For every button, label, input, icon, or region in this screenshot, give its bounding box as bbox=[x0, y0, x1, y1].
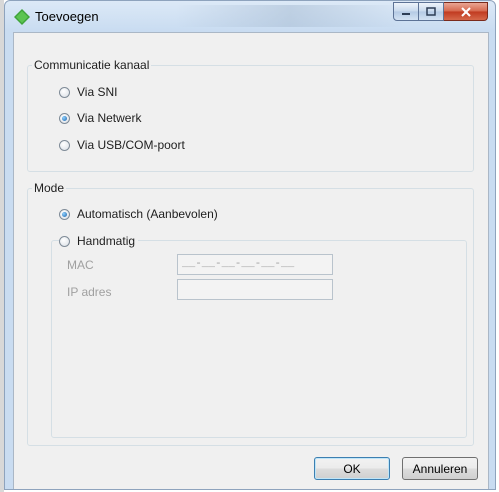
ip-address-input[interactable] bbox=[177, 279, 333, 300]
caption-buttons bbox=[393, 2, 488, 22]
radio-automatisch-circle[interactable] bbox=[59, 208, 70, 220]
ip-address-label: IP adres bbox=[67, 285, 112, 299]
mode-group-title: Mode bbox=[32, 181, 67, 195]
radio-via-usb-com[interactable]: Via USB/COM-poort bbox=[59, 138, 185, 152]
maximize-button[interactable] bbox=[419, 2, 444, 21]
minimize-icon bbox=[402, 12, 410, 15]
title-bar-background bbox=[175, 5, 405, 27]
radio-via-sni[interactable]: Via SNI bbox=[59, 85, 117, 99]
app-diamond-icon bbox=[14, 9, 30, 25]
dialog-client-area: Communicatie kanaal Via SNI Via Netwerk … bbox=[13, 32, 489, 489]
radio-handmatig-label: Handmatig bbox=[77, 234, 136, 248]
radio-via-netwerk-label: Via Netwerk bbox=[77, 111, 142, 125]
window-title: Toevoegen bbox=[35, 9, 99, 24]
radio-via-usb-com-label: Via USB/COM-poort bbox=[77, 138, 185, 152]
radio-handmatig-circle[interactable] bbox=[59, 235, 70, 247]
mac-label: MAC bbox=[67, 258, 94, 272]
radio-via-usb-com-circle[interactable] bbox=[59, 139, 70, 151]
radio-automatisch[interactable]: Automatisch (Aanbevolen) bbox=[59, 207, 218, 221]
dialog-window: Toevoegen Communicatie kanaal Via SNI Vi… bbox=[4, 0, 496, 490]
radio-handmatig[interactable]: Handmatig bbox=[59, 234, 139, 248]
close-icon bbox=[460, 6, 471, 17]
radio-via-netwerk-circle[interactable] bbox=[59, 112, 70, 124]
minimize-button[interactable] bbox=[393, 2, 419, 21]
communication-group-title: Communicatie kanaal bbox=[32, 58, 152, 72]
maximize-icon bbox=[426, 7, 436, 16]
close-button[interactable] bbox=[444, 2, 488, 21]
radio-via-sni-label: Via SNI bbox=[77, 85, 118, 99]
cancel-button[interactable]: Annuleren bbox=[402, 457, 478, 480]
radio-via-sni-circle[interactable] bbox=[59, 86, 70, 98]
radio-automatisch-label: Automatisch (Aanbevolen) bbox=[77, 207, 218, 221]
ok-button[interactable]: OK bbox=[314, 457, 390, 480]
title-bar[interactable]: Toevoegen bbox=[5, 1, 495, 31]
mac-input[interactable]: __-__-__-__-__-__ bbox=[177, 254, 333, 275]
radio-via-netwerk[interactable]: Via Netwerk bbox=[59, 111, 141, 125]
